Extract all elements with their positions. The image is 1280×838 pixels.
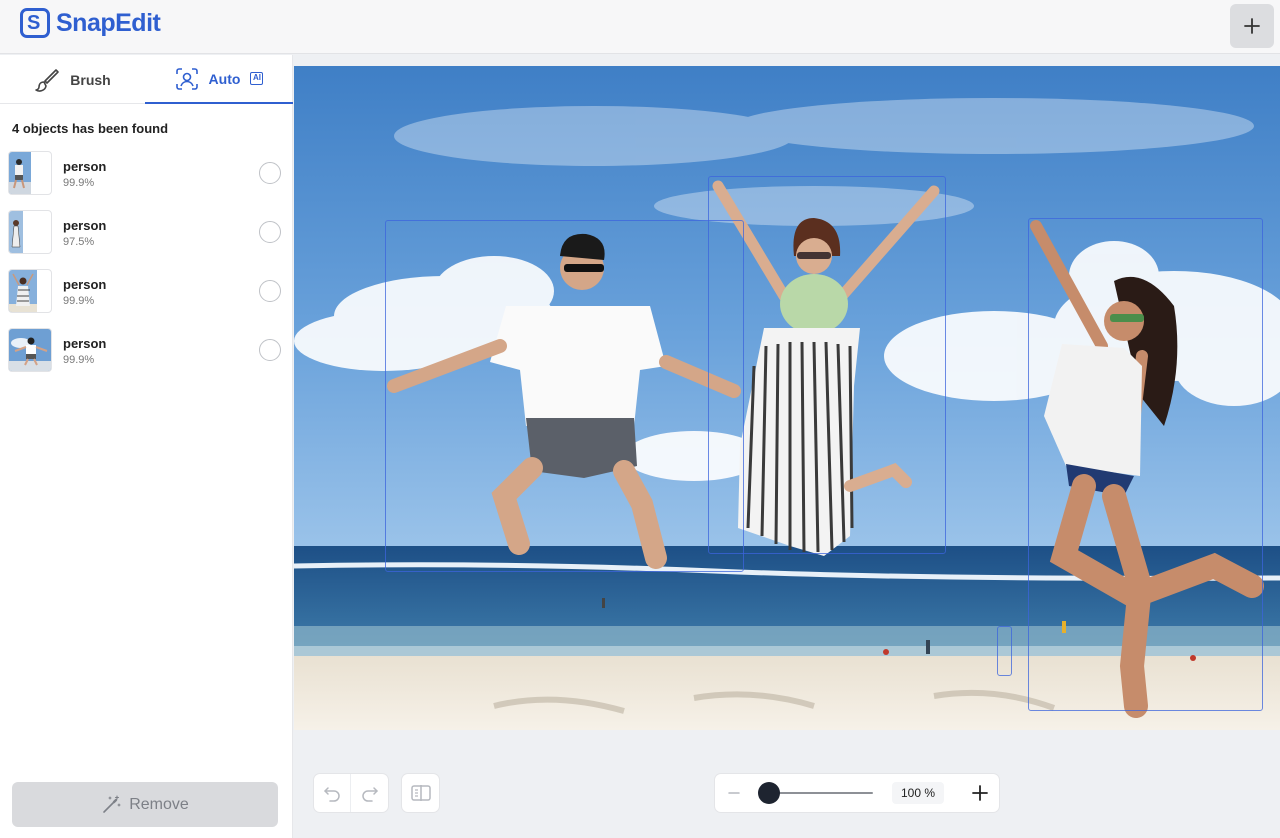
undo-icon [324,787,340,802]
logo-mark: S [20,8,50,38]
person-scan-icon [175,67,198,90]
compare-icon [410,785,431,801]
list-item[interactable]: person 99.9% [0,151,293,210]
object-label: person [63,277,107,292]
object-score: 99.9% [63,177,95,189]
remove-button-label: Remove [129,795,189,813]
undo-button[interactable] [314,774,351,812]
object-thumbnail [8,328,52,372]
object-list: person 99.9% person 97.5% person 99.9% p… [0,151,293,387]
object-select-radio[interactable] [259,280,281,302]
detection-box[interactable] [385,220,744,572]
detection-box[interactable] [1028,218,1263,711]
tab-auto-label: Auto [208,70,241,87]
object-score: 99.9% [63,354,95,366]
object-thumbnail [8,210,52,254]
remove-button[interactable]: Remove [12,782,278,827]
tab-auto[interactable]: Auto AI [145,55,293,104]
tab-brush[interactable]: Brush [0,55,145,104]
object-select-radio[interactable] [259,339,281,361]
ai-badge: AI [250,72,264,85]
list-item[interactable]: person 97.5% [0,210,293,269]
mode-tabs: Brush Auto AI [0,55,293,104]
object-label: person [63,336,107,351]
object-score: 97.5% [63,236,95,248]
sidebar: Brush Auto AI 4 objects has been found p… [0,55,293,838]
app-header: S SnapEdit [0,0,1280,54]
detection-box[interactable] [708,176,946,554]
object-label: person [63,159,107,174]
redo-button[interactable] [351,774,388,812]
magic-wand-icon [103,794,121,813]
list-item[interactable]: person 99.9% [0,269,293,328]
object-thumbnail [8,269,52,313]
tab-brush-label: Brush [70,71,111,88]
redo-icon [361,787,378,802]
minus-icon [728,792,740,794]
compare-control [402,774,439,812]
objects-found-text: 4 objects has been found [12,121,169,136]
image-canvas[interactable] [294,66,1280,730]
object-score: 99.9% [63,295,95,307]
object-label: person [63,218,107,233]
list-item[interactable]: person 99.9% [0,328,293,387]
app-logo[interactable]: S SnapEdit [20,8,161,38]
object-select-radio[interactable] [259,221,281,243]
add-image-button[interactable] [1230,4,1274,48]
brush-icon [35,68,60,92]
bottom-toolbar: 100 % [294,730,1280,838]
plus-icon [1244,18,1260,34]
compare-button[interactable] [402,774,439,812]
detection-box[interactable] [997,626,1012,676]
app-name: SnapEdit [56,8,161,37]
zoom-out-button[interactable] [723,780,745,806]
zoom-in-button[interactable] [967,780,993,806]
object-thumbnail [8,151,52,195]
zoom-value: 100 % [892,782,944,804]
history-controls [314,774,388,812]
object-select-radio[interactable] [259,162,281,184]
plus-icon [972,785,988,801]
zoom-slider-handle[interactable] [758,782,780,804]
zoom-control: 100 % [715,774,999,812]
